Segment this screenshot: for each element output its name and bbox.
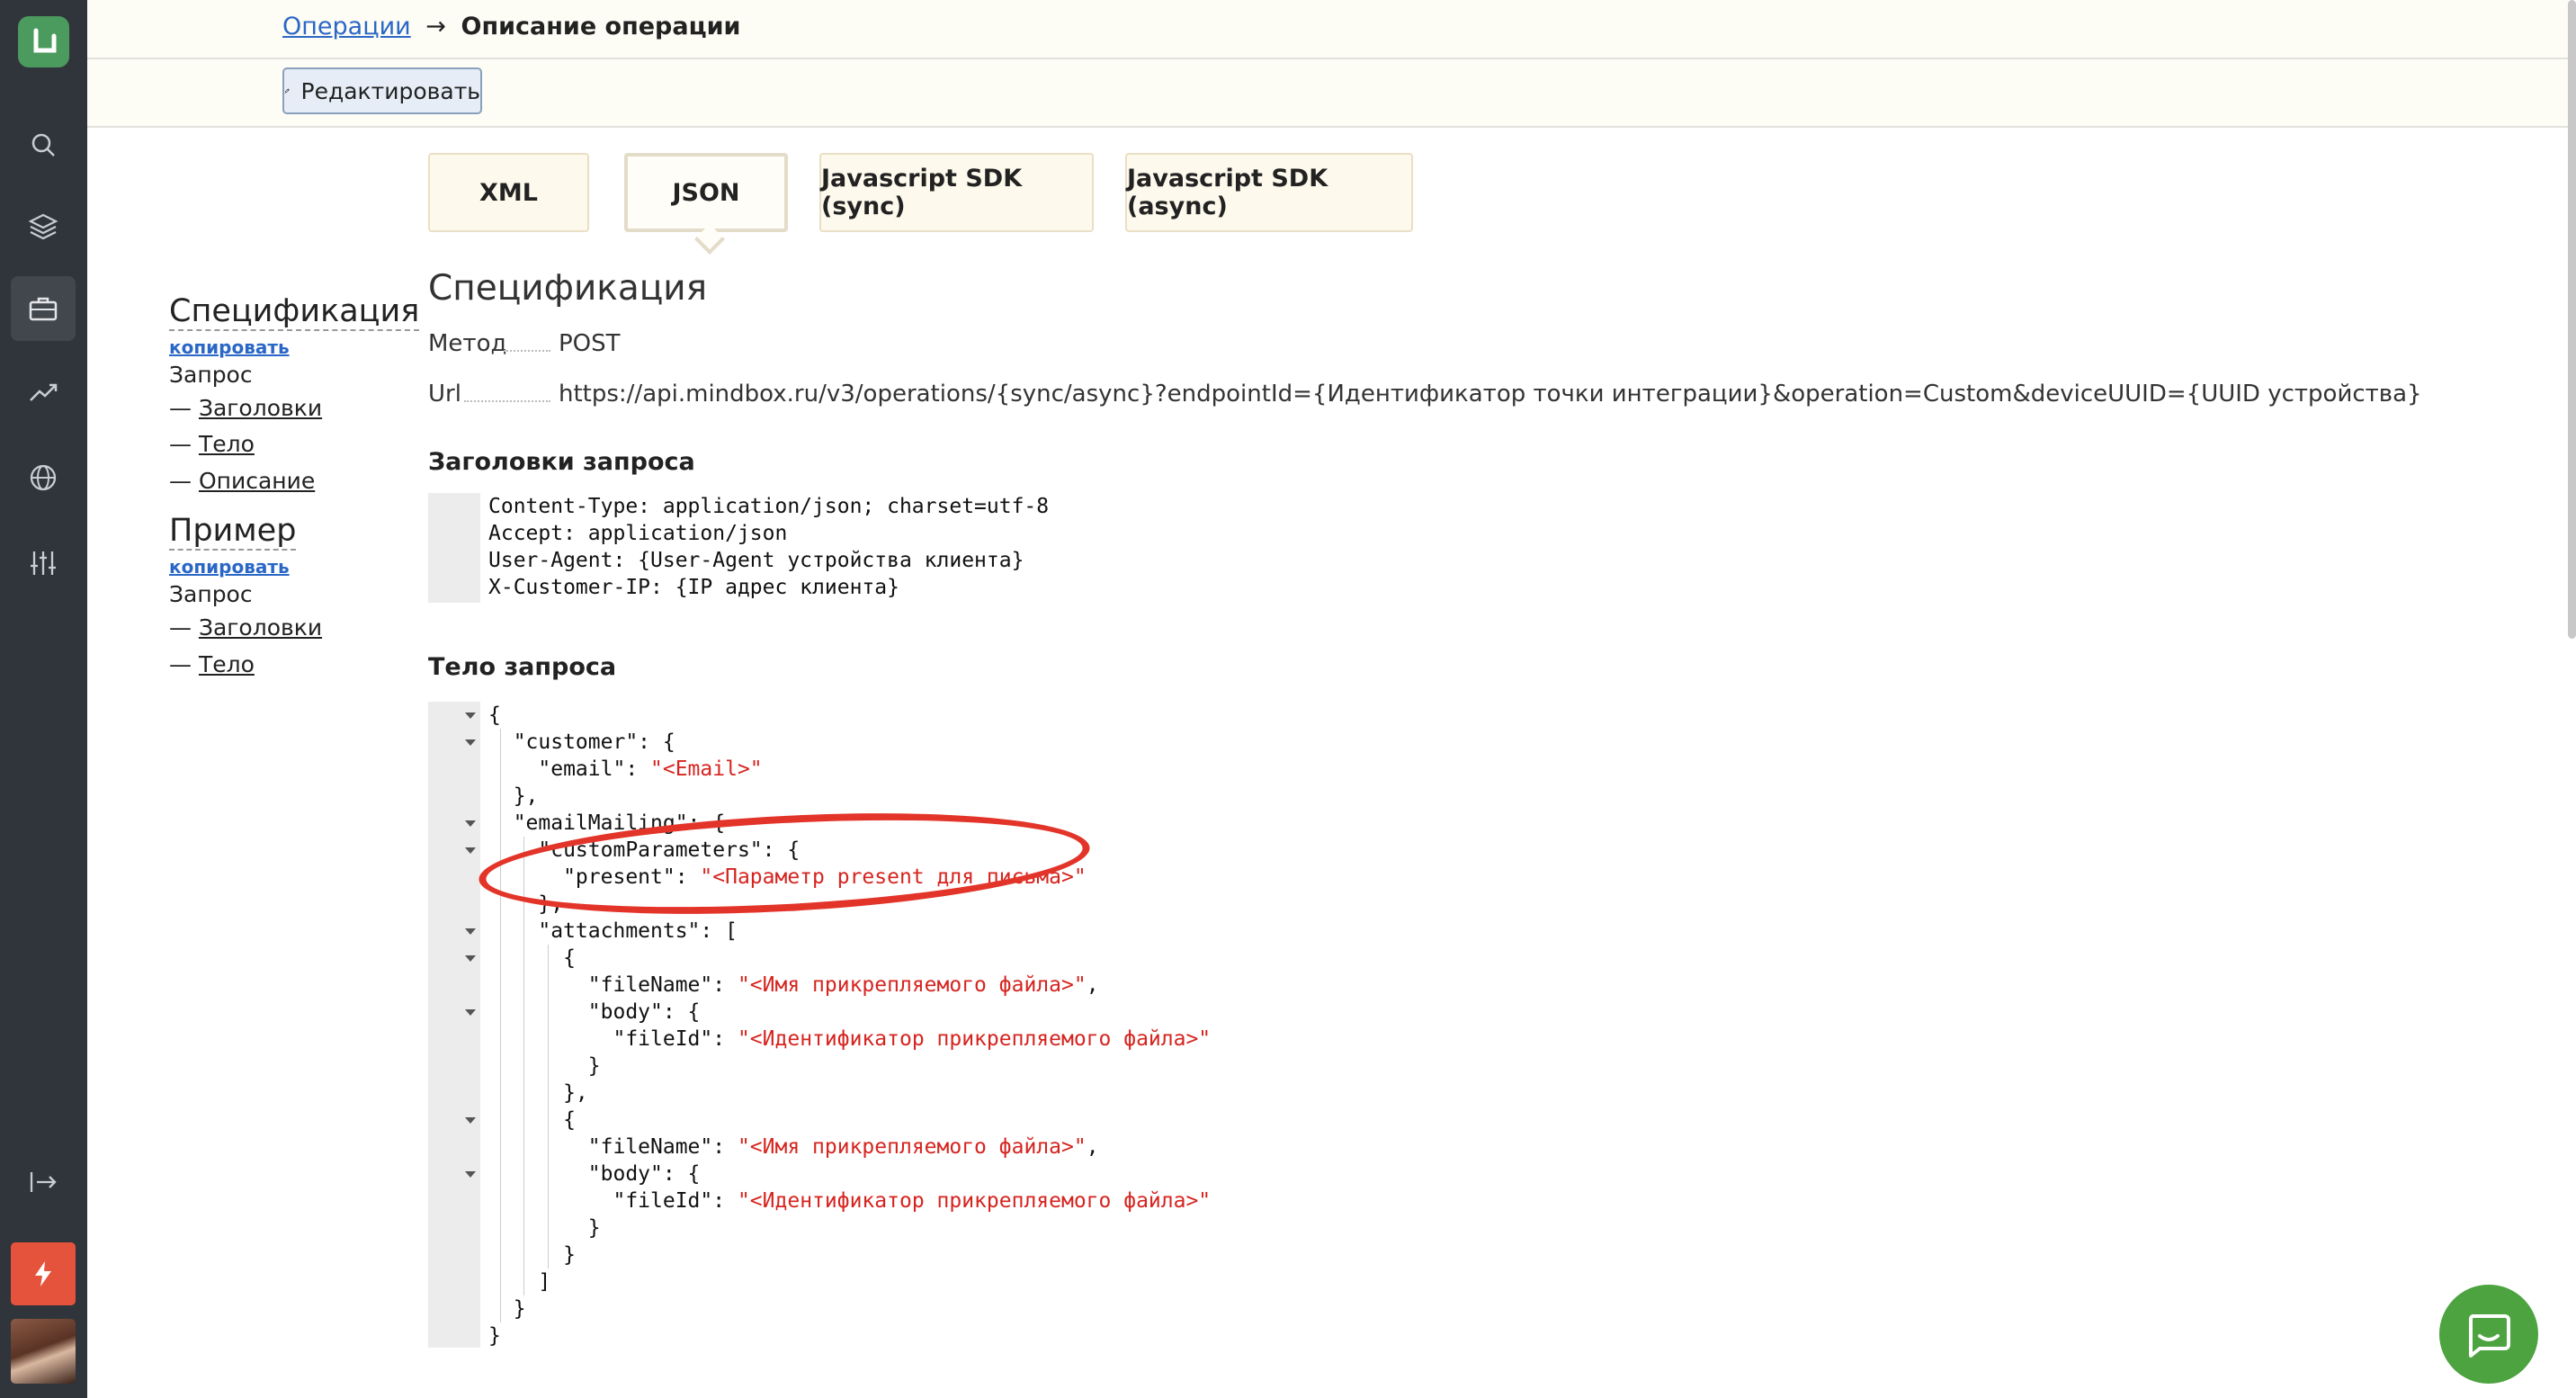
scrollbar[interactable] <box>2568 0 2576 639</box>
url-value: https://api.mindbox.ru/v3/operations/{sy… <box>559 381 2422 408</box>
bolt-icon[interactable] <box>11 1242 76 1305</box>
fold-arrow-icon[interactable] <box>465 1171 476 1178</box>
breadcrumb-operations-link[interactable]: Операции <box>282 13 411 40</box>
collapse-icon[interactable] <box>11 1150 76 1214</box>
code-line: User-Agent: {User-Agent устройства клиен… <box>488 549 1024 572</box>
url-label: Url <box>428 381 461 408</box>
fold-arrow-icon[interactable] <box>465 712 476 719</box>
avatar[interactable] <box>11 1319 76 1384</box>
headers-code[interactable]: Content-Type: application/json; charset=… <box>488 493 1049 601</box>
search-icon[interactable] <box>11 112 76 177</box>
briefcase-icon[interactable] <box>11 276 76 341</box>
code-line: } <box>488 1216 601 1240</box>
breadcrumb: Операции → Описание операции <box>282 13 740 40</box>
edit-button-label: Редактировать <box>300 77 481 104</box>
fold-arrow-icon[interactable] <box>465 739 476 746</box>
body-gutter <box>428 702 480 1348</box>
code-line: X-Customer-IP: {IP адрес клиента} <box>488 576 899 599</box>
spec-url-row: Url https://api.mindbox.ru/v3/operations/… <box>428 381 2422 408</box>
request-body-title: Тело запроса <box>428 653 617 681</box>
code-line: }, <box>488 784 539 808</box>
layers-icon[interactable] <box>11 194 76 259</box>
code-line: Content-Type: application/json; charset=… <box>488 495 1050 518</box>
spec-title: Спецификация <box>428 268 708 309</box>
pencil-icon <box>284 88 290 94</box>
tab-js-sdk-async[interactable]: Javascript SDK (async) <box>1125 153 1413 232</box>
dotted-leader <box>464 400 550 402</box>
code-line: { <box>488 946 576 970</box>
dotted-leader <box>504 350 550 352</box>
chat-button[interactable] <box>2439 1285 2538 1384</box>
top-bar: Операции → Описание операции <box>87 0 2576 59</box>
code-line: "email": "<Email>" <box>488 757 763 781</box>
toc-example-copy[interactable]: копировать <box>169 552 290 578</box>
logo-icon[interactable] <box>18 16 69 67</box>
code-line: Accept: application/json <box>488 522 788 545</box>
headers-gutter <box>428 493 480 603</box>
tab-json[interactable]: JSON <box>624 153 788 232</box>
breadcrumb-arrow: → <box>425 13 446 40</box>
toc-spec-title[interactable]: Спецификация <box>169 293 420 331</box>
code-line: ] <box>488 1270 551 1294</box>
fold-arrow-icon[interactable] <box>465 847 476 854</box>
body-code[interactable]: { "customer": { "email": "<Email>" }, "e… <box>488 702 1211 1349</box>
code-line: } <box>488 1054 601 1078</box>
code-line: "fileName": "<Имя прикрепляемого файла>"… <box>488 973 1099 997</box>
toc-example-body[interactable]: — Тело <box>169 651 255 677</box>
trend-icon[interactable] <box>11 360 76 425</box>
fold-arrow-icon[interactable] <box>465 928 476 935</box>
toc-spec-request: Запрос <box>169 362 253 388</box>
code-line: "customer": { <box>488 730 675 754</box>
toc-spec-headers[interactable]: — Заголовки <box>169 395 322 421</box>
method-label: Метод <box>428 330 507 357</box>
toc-example-request: Запрос <box>169 581 253 607</box>
fold-arrow-icon[interactable] <box>465 1009 476 1016</box>
spec-method-row: Метод POST <box>428 330 621 357</box>
toc-spec-body[interactable]: — Тело <box>169 431 255 457</box>
tab-xml[interactable]: XML <box>428 153 589 232</box>
toc-spec-copy[interactable]: копировать <box>169 333 290 359</box>
fold-arrow-icon[interactable] <box>465 1117 476 1124</box>
edit-button[interactable]: Редактировать <box>282 67 482 114</box>
fold-arrow-icon[interactable] <box>465 955 476 962</box>
code-line: "fileId": "<Идентификатор прикрепляемого… <box>488 1189 1212 1213</box>
code-line: } <box>488 1324 501 1348</box>
code-line: "attachments": [ <box>488 919 738 943</box>
breadcrumb-current: Описание операции <box>461 13 741 40</box>
code-line: "body": { <box>488 1162 701 1186</box>
fold-arrow-icon[interactable] <box>465 820 476 827</box>
code-line: }, <box>488 1081 588 1105</box>
chat-icon <box>2468 1314 2510 1358</box>
toolbar: Редактировать <box>87 59 2576 128</box>
request-headers-title: Заголовки запроса <box>428 448 695 476</box>
code-line: } <box>488 1243 576 1267</box>
toc-example-title[interactable]: Пример <box>169 513 297 551</box>
code-line: "fileName": "<Имя прикрепляемого файла>"… <box>488 1135 1099 1159</box>
code-line: "fileId": "<Идентификатор прикрепляемого… <box>488 1027 1212 1051</box>
sidebar <box>0 0 87 1398</box>
globe-icon[interactable] <box>11 445 76 510</box>
code-line: "body": { <box>488 1000 701 1024</box>
sliders-icon[interactable] <box>11 531 76 596</box>
code-line: { <box>488 1108 576 1132</box>
tab-js-sdk-sync[interactable]: Javascript SDK (sync) <box>819 153 1094 232</box>
toc-spec-description[interactable]: — Описание <box>169 468 315 494</box>
toc-example-headers[interactable]: — Заголовки <box>169 614 322 641</box>
code-line: } <box>488 1297 526 1321</box>
method-value: POST <box>559 330 621 357</box>
code-line: { <box>488 703 501 727</box>
